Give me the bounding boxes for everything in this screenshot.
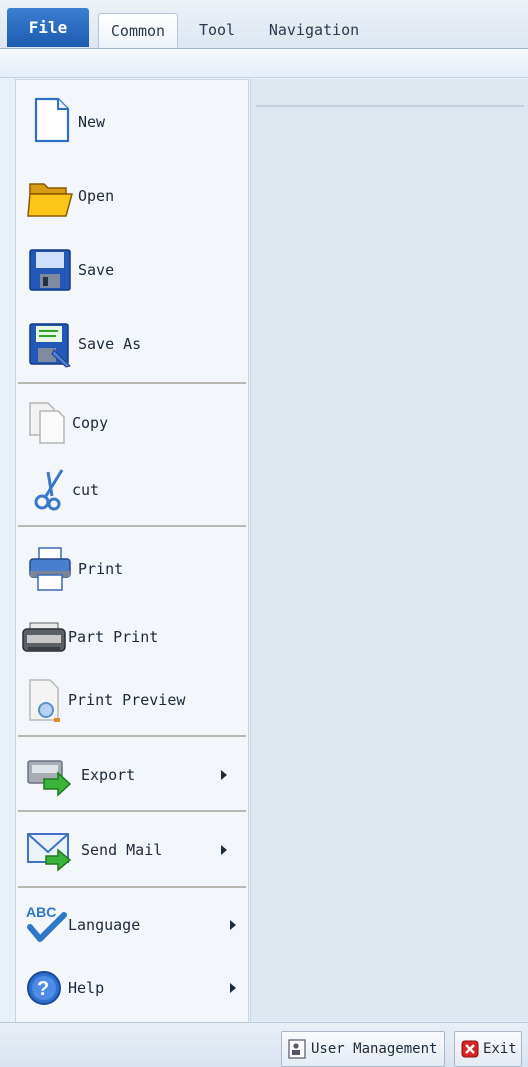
menu-separator <box>18 810 246 812</box>
user-management-button[interactable]: User Management <box>281 1031 445 1067</box>
recent-documents-panel <box>250 79 528 1021</box>
menu-item-label: Save <box>78 261 115 279</box>
user-management-icon <box>288 1039 306 1059</box>
tab-common[interactable]: Common <box>98 13 178 48</box>
menu-item-label: Print <box>78 560 124 578</box>
menu-item-part-print[interactable]: Part Print <box>16 607 248 667</box>
menu-separator <box>18 382 246 384</box>
menu-item-open[interactable]: Open <box>16 166 248 226</box>
menu-item-print-preview[interactable]: Print Preview <box>16 670 248 730</box>
menu-item-save[interactable]: Save <box>16 240 248 300</box>
file-menu-footer: User Management Exit <box>0 1022 528 1067</box>
menu-item-print[interactable]: Print <box>16 539 248 599</box>
menu-item-label: Copy <box>72 414 109 432</box>
user-management-label: User Management <box>311 1041 438 1057</box>
part-print-icon <box>22 622 66 652</box>
export-icon <box>27 760 72 797</box>
menu-item-label: Export <box>81 766 136 784</box>
new-document-icon <box>34 97 70 143</box>
exit-label: Exit <box>483 1041 517 1057</box>
exit-button[interactable]: Exit <box>454 1031 522 1067</box>
menu-item-copy[interactable]: Copy <box>16 393 248 453</box>
ribbon-subbar <box>0 49 528 78</box>
language-abc-icon: ABC <box>26 904 67 942</box>
menu-separator <box>18 525 246 527</box>
menu-item-send-mail[interactable]: Send Mail <box>16 820 248 880</box>
menu-item-cut[interactable]: cut <box>16 460 248 520</box>
menu-item-label: Print Preview <box>68 691 186 709</box>
copy-icon <box>29 402 65 444</box>
send-mail-icon <box>27 833 72 872</box>
print-preview-icon <box>29 679 60 722</box>
menu-item-save-as[interactable]: Save As <box>16 314 248 374</box>
menu-item-label: Save As <box>78 335 142 353</box>
printer-icon <box>29 547 71 591</box>
menu-item-label: Part Print <box>68 628 159 646</box>
exit-icon <box>461 1040 479 1058</box>
submenu-arrow-icon <box>221 770 227 780</box>
menu-item-label: cut <box>72 481 100 499</box>
folder-open-icon <box>27 183 73 217</box>
menu-item-label: Language <box>68 916 141 934</box>
menu-separator <box>18 886 246 888</box>
menu-item-label: Help <box>68 979 105 997</box>
menu-item-new[interactable]: New <box>16 92 248 152</box>
menu-item-label: Open <box>78 187 115 205</box>
submenu-arrow-icon <box>221 845 227 855</box>
help-icon: ? <box>27 971 61 1005</box>
scissors-icon <box>34 469 64 511</box>
svg-text:?: ? <box>37 978 49 1000</box>
submenu-arrow-icon <box>230 983 236 993</box>
file-tab[interactable]: File <box>7 8 89 47</box>
menu-item-label: New <box>78 113 106 131</box>
save-as-icon <box>29 323 71 368</box>
menu-item-export[interactable]: Export <box>16 745 248 805</box>
tab-navigation[interactable]: Navigation <box>262 13 366 47</box>
menu-item-language[interactable]: ABC Language <box>16 895 248 955</box>
menu-item-help[interactable]: ? Help <box>16 958 248 1018</box>
file-menu-panel: New Open Save Save As Copy cut Print Par… <box>15 79 249 1023</box>
floppy-save-icon <box>29 249 71 291</box>
submenu-arrow-icon <box>230 920 236 930</box>
svg-text:ABC: ABC <box>26 904 56 920</box>
tab-tool[interactable]: Tool <box>188 13 246 47</box>
ribbon-tab-bar: File Common Tool Navigation <box>0 0 528 49</box>
menu-item-label: Send Mail <box>81 841 163 859</box>
menu-separator <box>18 735 246 737</box>
panel-divider <box>256 105 524 107</box>
